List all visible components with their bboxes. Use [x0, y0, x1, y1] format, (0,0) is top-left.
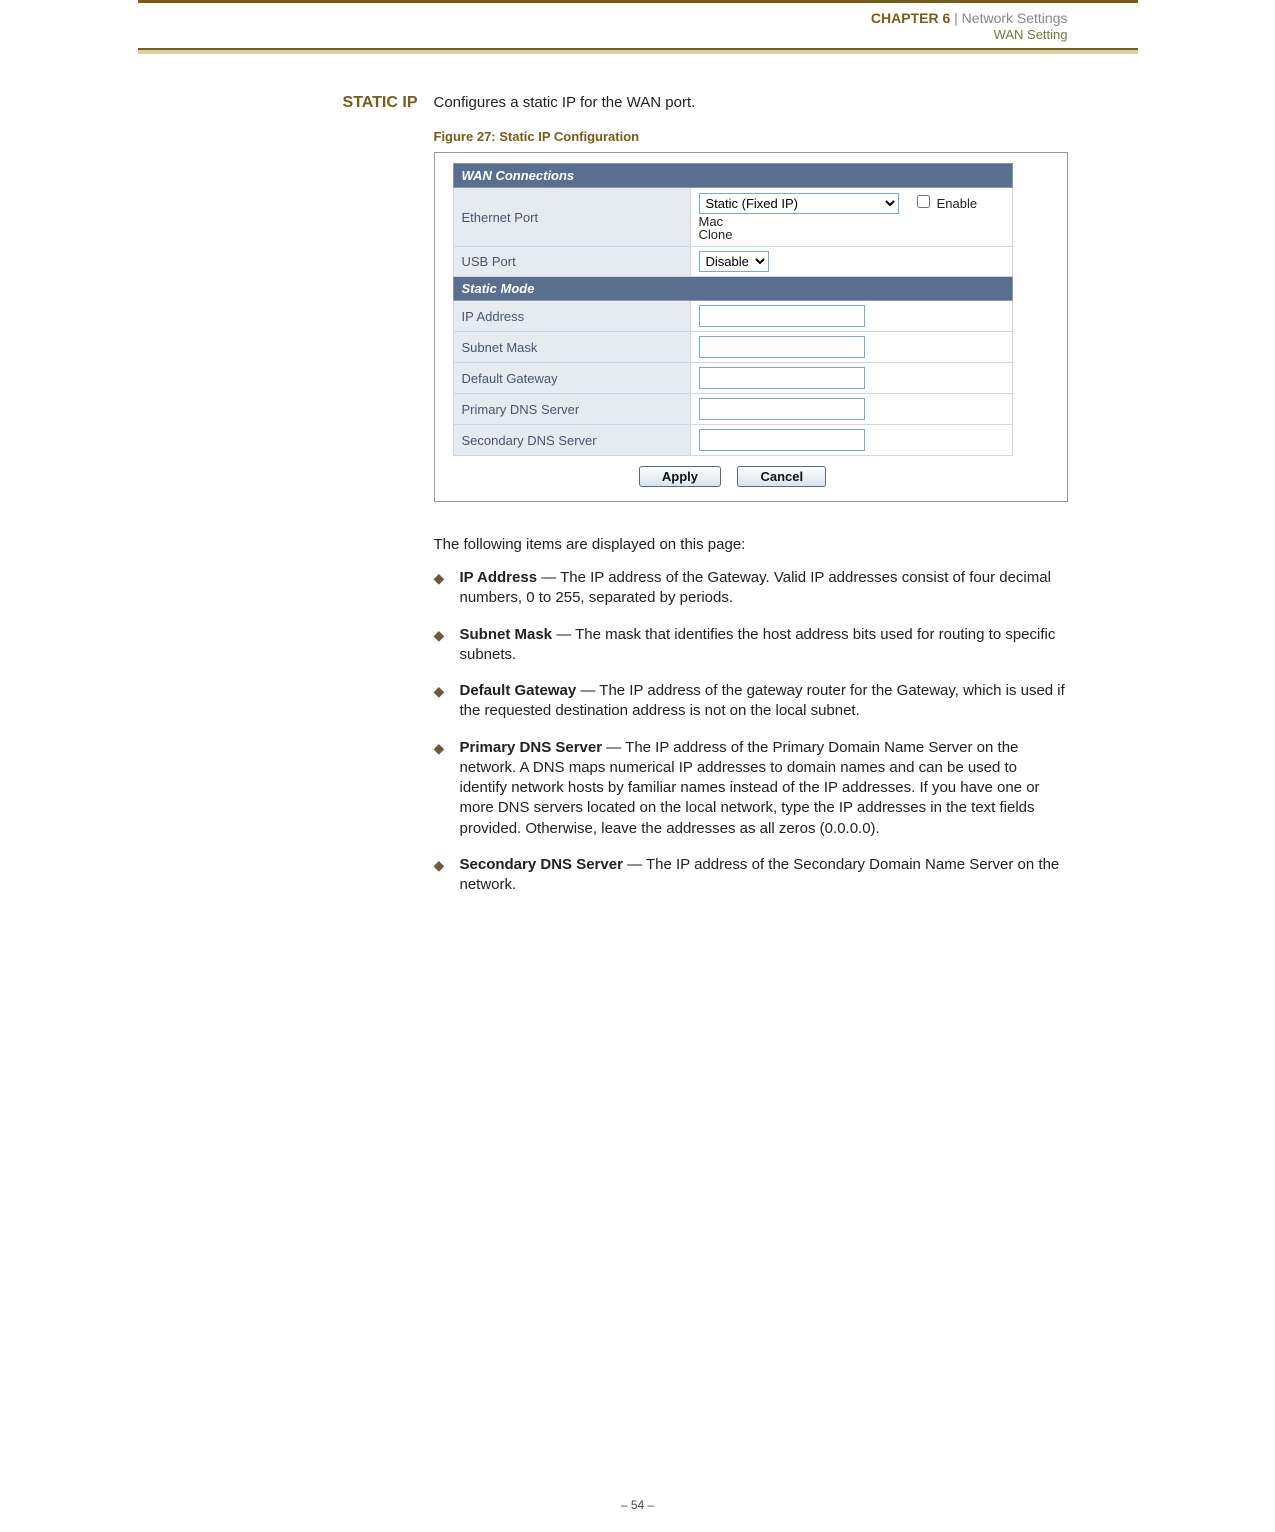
chapter-subtitle: WAN Setting [138, 27, 1068, 44]
enable-mac-clone-checkbox[interactable] [917, 195, 930, 208]
row-label-dns2: Secondary DNS Server [453, 425, 690, 456]
apply-button[interactable]: Apply [639, 466, 721, 487]
row-label-ip: IP Address [453, 301, 690, 332]
usb-mode-select[interactable]: Disable [699, 251, 769, 272]
figure-caption: Figure 27: Static IP Configuration [434, 129, 1068, 144]
figure-screenshot: WAN Connections Ethernet Port Static (Fi… [434, 152, 1068, 502]
chapter-label: CHAPTER 6 [871, 10, 950, 26]
page-header: CHAPTER 6 | Network Settings WAN Setting [138, 0, 1138, 54]
enable-mac-clone-word: Clone [699, 227, 1004, 242]
row-label-usb: USB Port [453, 247, 690, 277]
chapter-title: Network Settings [962, 10, 1068, 26]
subnet-mask-input[interactable] [699, 336, 865, 358]
ethernet-mode-select[interactable]: Static (Fixed IP) [699, 193, 899, 214]
row-value-ethernet: Static (Fixed IP) Enable Mac Clone [690, 188, 1012, 247]
config-panel: WAN Connections Ethernet Port Static (Fi… [453, 163, 1013, 456]
row-value-usb: Disable [690, 247, 1012, 277]
header-separator: | [954, 10, 958, 26]
primary-dns-input[interactable] [699, 398, 865, 420]
cancel-button[interactable]: Cancel [737, 466, 826, 487]
panel-section-static: Static Mode [453, 277, 1012, 301]
item-primary-dns: Primary DNS Server — The IP address of t… [434, 738, 1068, 855]
row-label-mask: Subnet Mask [453, 332, 690, 363]
row-label-dns1: Primary DNS Server [453, 394, 690, 425]
item-default-gateway: Default Gateway — The IP address of the … [434, 681, 1068, 738]
page-number: – 54 – [138, 1498, 1138, 1512]
section-heading-static-ip: STATIC IP [138, 94, 418, 112]
secondary-dns-input[interactable] [699, 429, 865, 451]
panel-section-wan: WAN Connections [453, 164, 1012, 188]
item-secondary-dns: Secondary DNS Server — The IP address of… [434, 855, 1068, 912]
default-gateway-input[interactable] [699, 367, 865, 389]
items-list: IP Address — The IP address of the Gatew… [434, 568, 1068, 911]
row-label-gateway: Default Gateway [453, 363, 690, 394]
item-ip-address: IP Address — The IP address of the Gatew… [434, 568, 1068, 625]
section-lead: Configures a static IP for the WAN port. [434, 94, 1068, 111]
items-intro: The following items are displayed on thi… [434, 536, 1068, 553]
row-label-ethernet: Ethernet Port [453, 188, 690, 247]
ip-address-input[interactable] [699, 305, 865, 327]
item-subnet-mask: Subnet Mask — The mask that identifies t… [434, 625, 1068, 682]
